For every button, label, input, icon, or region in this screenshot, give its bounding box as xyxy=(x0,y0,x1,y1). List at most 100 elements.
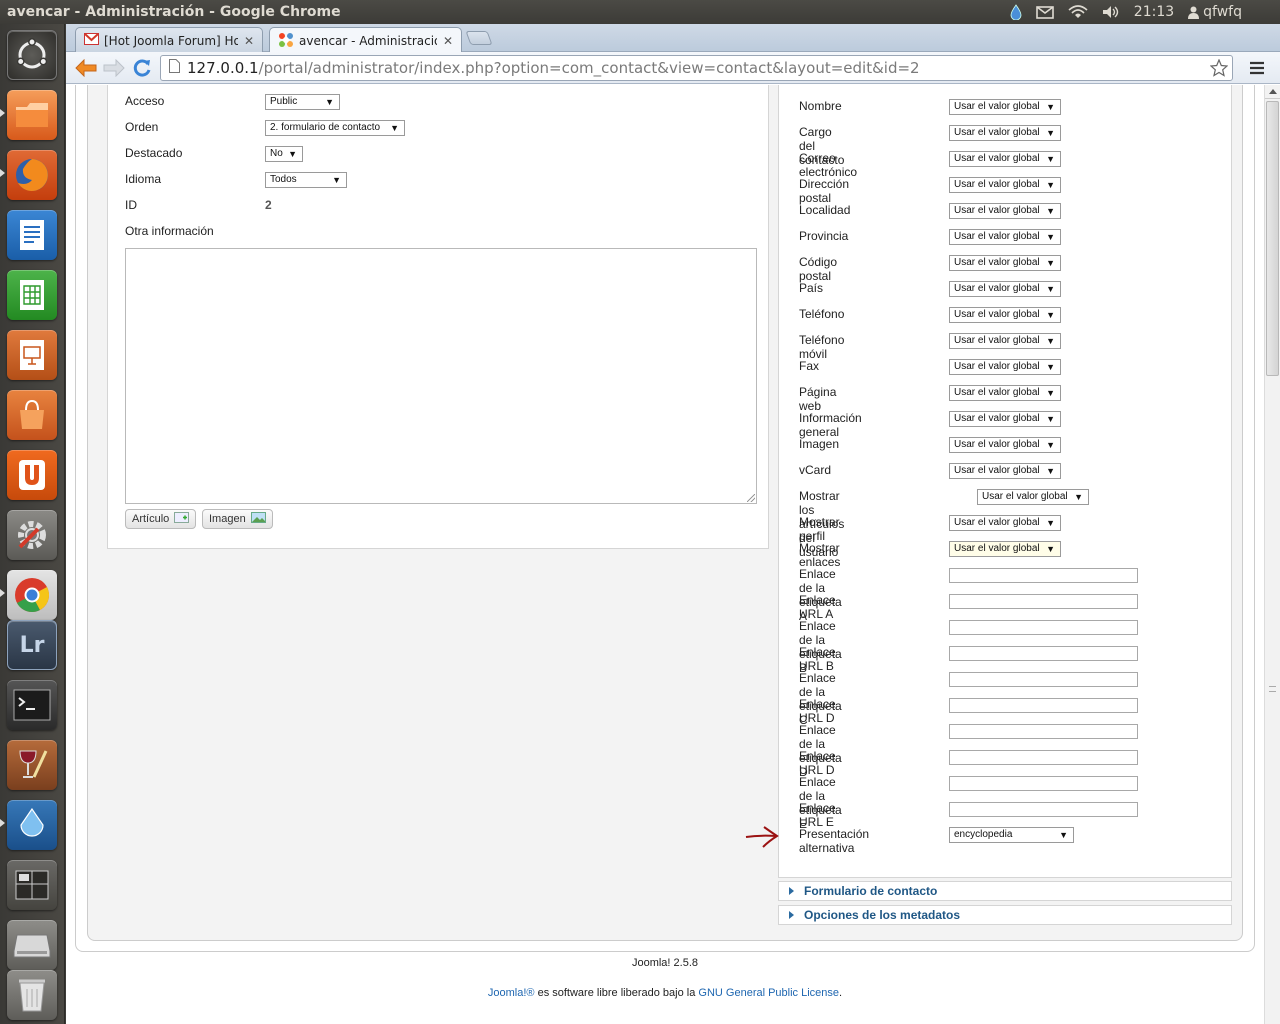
show-field-3-select[interactable]: Usar el valor global ▼ xyxy=(949,177,1061,193)
link-field-input[interactable] xyxy=(949,698,1138,713)
link-field-input[interactable] xyxy=(949,802,1138,817)
close-tab-icon[interactable]: ✕ xyxy=(244,34,254,48)
disk-drive-icon[interactable] xyxy=(7,920,57,970)
link-field-input[interactable] xyxy=(949,672,1138,687)
access-select[interactable]: Public ▼ xyxy=(265,94,340,110)
link-field-input[interactable] xyxy=(949,724,1138,739)
show-field-6-select[interactable]: Usar el valor global ▼ xyxy=(949,255,1061,271)
chevron-down-icon: ▼ xyxy=(1046,154,1055,164)
user-name: qfwfq xyxy=(1203,4,1242,20)
address-bar[interactable]: 127.0.0.1/portal/administrator/index.php… xyxy=(160,55,1233,81)
featured-select[interactable]: No ▼ xyxy=(265,146,303,162)
ubuntu-one-icon[interactable] xyxy=(7,450,57,500)
drupal-drop-icon[interactable] xyxy=(7,800,57,850)
tab-forum[interactable]: [Hot Joomla Forum] How t ✕ xyxy=(75,27,263,53)
clock-text[interactable]: 21:13 xyxy=(1134,4,1174,20)
link-field-input[interactable] xyxy=(949,568,1138,583)
files-folder-icon[interactable] xyxy=(7,90,57,140)
reload-button[interactable] xyxy=(128,55,156,81)
show-field-4-select[interactable]: Usar el valor global ▼ xyxy=(949,203,1061,219)
chevron-down-icon: ▼ xyxy=(1046,310,1055,320)
system-settings-icon[interactable] xyxy=(7,510,57,560)
select-value: Usar el valor global xyxy=(954,153,1040,164)
url-path: /portal/administrator/index.php?option=c… xyxy=(258,59,920,77)
software-center-icon[interactable] xyxy=(7,390,57,440)
alternative-layout-select[interactable]: encyclopedia ▼ xyxy=(949,827,1074,843)
chevron-down-icon: ▼ xyxy=(1046,206,1055,216)
show-field-13-select[interactable]: Usar el valor global ▼ xyxy=(949,437,1061,453)
trash-icon[interactable] xyxy=(7,970,57,1020)
scroll-up-arrow-icon[interactable] xyxy=(1265,85,1280,99)
show-field-9-select[interactable]: Usar el valor global ▼ xyxy=(949,333,1061,349)
close-tab-icon[interactable]: ✕ xyxy=(443,34,453,48)
show-field-14-select[interactable]: Usar el valor global ▼ xyxy=(949,463,1061,479)
wine-paint-icon[interactable] xyxy=(7,740,57,790)
drop-indicator-icon[interactable] xyxy=(1010,4,1022,20)
show-field-8-select[interactable]: Usar el valor global ▼ xyxy=(949,307,1061,323)
show-field-5-select[interactable]: Usar el valor global ▼ xyxy=(949,229,1061,245)
show-option-0-select[interactable]: Usar el valor global ▼ xyxy=(949,515,1061,531)
tab-admin[interactable]: avencar - Administración ✕ xyxy=(269,27,462,54)
show-field-11-select[interactable]: Usar el valor global ▼ xyxy=(949,385,1061,401)
joomla-link[interactable]: Joomla!® xyxy=(488,987,535,999)
volume-icon[interactable] xyxy=(1102,5,1120,19)
show-option-1-select[interactable]: Usar el valor global ▼ xyxy=(949,541,1061,557)
accordion-contact-form[interactable]: Formulario de contacto xyxy=(778,881,1232,901)
chevron-down-icon: ▼ xyxy=(288,149,297,159)
resize-handle[interactable] xyxy=(747,494,755,502)
link-field-label: Enlace URL E xyxy=(799,801,836,829)
select-value: Usar el valor global xyxy=(954,543,1040,554)
mail-icon[interactable] xyxy=(1035,5,1054,19)
link-field-label: Enlace URL D xyxy=(799,749,836,777)
show-field-7-select[interactable]: Usar el valor global ▼ xyxy=(949,281,1061,297)
accordion-metadata-options[interactable]: Opciones de los metadatos xyxy=(778,905,1232,925)
red-arrow-annotation xyxy=(744,824,780,854)
select-value: Public xyxy=(270,96,298,107)
workspace-switcher-icon[interactable] xyxy=(7,860,57,910)
chrome-icon[interactable] xyxy=(7,570,57,620)
ubuntu-dash-icon[interactable] xyxy=(7,30,57,80)
menu-wrench-icon[interactable] xyxy=(1250,60,1264,79)
article-button[interactable]: Artículo xyxy=(125,509,197,529)
user-articles-select[interactable]: Usar el valor global ▼ xyxy=(977,489,1089,505)
bookmark-star-icon[interactable] xyxy=(1209,58,1229,81)
forward-button[interactable] xyxy=(100,55,128,81)
select-value: Usar el valor global xyxy=(954,413,1040,424)
image-button[interactable]: Imagen xyxy=(202,509,273,529)
link-field-input[interactable] xyxy=(949,750,1138,765)
link-field-input[interactable] xyxy=(949,620,1138,635)
terminal-icon[interactable] xyxy=(7,680,57,730)
order-select[interactable]: 2. formulario de contacto ▼ xyxy=(265,120,405,136)
link-field-input[interactable] xyxy=(949,646,1138,661)
libreoffice-writer-icon[interactable] xyxy=(7,210,57,260)
link-field-input[interactable] xyxy=(949,776,1138,791)
other-info-textarea[interactable] xyxy=(125,248,757,504)
new-tab-button[interactable] xyxy=(465,31,493,45)
url-host: 127.0.0.1 xyxy=(187,59,259,77)
running-indicator xyxy=(0,109,5,117)
libreoffice-calc-icon[interactable] xyxy=(7,270,57,320)
back-button[interactable] xyxy=(72,55,100,81)
show-field-2-select[interactable]: Usar el valor global ▼ xyxy=(949,151,1061,167)
show-field-12-select[interactable]: Usar el valor global ▼ xyxy=(949,411,1061,427)
vertical-scrollbar[interactable] xyxy=(1264,85,1280,1024)
show-field-1-select[interactable]: Usar el valor global ▼ xyxy=(949,125,1061,141)
cut-row: FormatoUsar el valor global▼ xyxy=(779,85,1231,90)
gpl-license-link[interactable]: GNU General Public License xyxy=(698,987,839,999)
scroll-thumb[interactable] xyxy=(1266,101,1279,376)
link-field-input[interactable] xyxy=(949,594,1138,609)
lightroom-icon[interactable]: Lr xyxy=(7,620,57,670)
accordion-title: Formulario de contacto xyxy=(804,884,938,898)
show-field-7-label: País xyxy=(799,281,824,295)
libreoffice-impress-icon[interactable] xyxy=(7,330,57,380)
page-content: Acceso Public ▼ Orden 2. formulario de co… xyxy=(66,85,1264,1024)
firefox-icon[interactable] xyxy=(7,150,57,200)
user-menu[interactable]: qfwfq xyxy=(1188,4,1242,20)
alternative-layout-label: Presentación alternativa xyxy=(799,827,870,855)
wifi-icon[interactable] xyxy=(1068,5,1088,19)
show-field-0-select[interactable]: Usar el valor global ▼ xyxy=(949,99,1061,115)
accordion-title: Opciones de los metadatos xyxy=(804,908,961,922)
show-field-10-select[interactable]: Usar el valor global ▼ xyxy=(949,359,1061,375)
language-select[interactable]: Todos ▼ xyxy=(265,172,347,188)
unity-launcher: Lr xyxy=(0,24,65,1024)
